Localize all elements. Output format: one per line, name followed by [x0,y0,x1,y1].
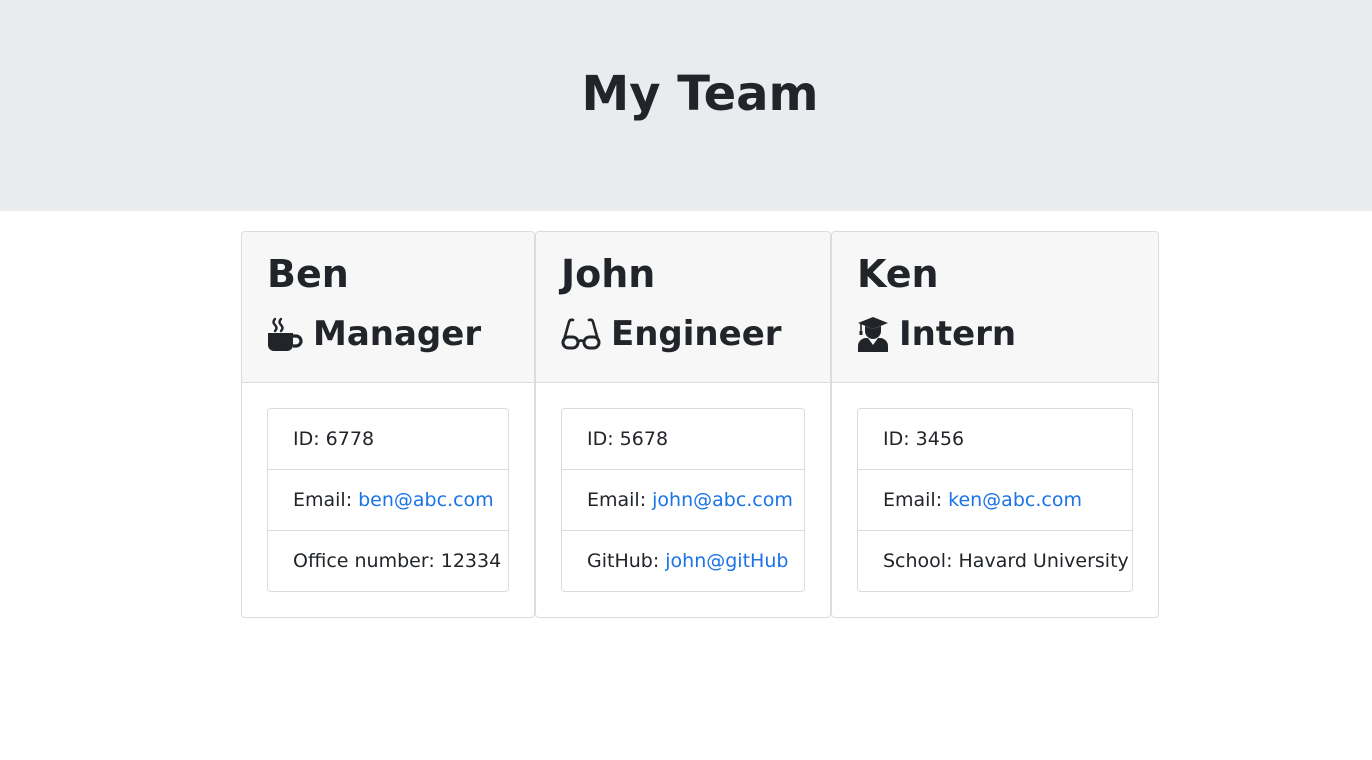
employee-email: Email: ben@abc.com [268,470,508,531]
employee-id: ID: 5678 [562,409,804,470]
email-label: Email: [587,489,647,511]
employee-role: Intern [857,312,1016,356]
card-header: John Engineer [536,232,830,383]
info-list: ID: 3456 Email: ken@abc.com School: Hava… [857,408,1133,592]
employee-email: Email: john@abc.com [562,470,804,531]
employee-email: Email: ken@abc.com [858,470,1132,531]
card-header: Ben Manager [242,232,534,383]
employee-name: Ben [267,252,349,296]
email-label: Email: [293,489,353,511]
id-text: ID: 5678 [587,428,669,450]
office-number: Office number: 12334 [268,531,508,591]
info-list: ID: 6778 Email: ben@abc.com Office numbe… [267,408,509,592]
id-text: ID: 3456 [883,428,965,450]
glasses-icon [561,316,601,352]
email-link[interactable]: ben@abc.com [358,489,494,511]
card-header: Ken Intern [832,232,1158,383]
employee-role: Manager [267,312,481,356]
role-label: Intern [899,314,1017,354]
employee-name: Ken [857,252,939,296]
employee-card-intern: Ken Intern ID: 3456 Email: ken@abc.com S… [831,231,1159,618]
id-text: ID: 6778 [293,428,375,450]
github-label: GitHub: [587,550,660,572]
graduate-icon [857,316,889,352]
employee-id: ID: 6778 [268,409,508,470]
employee-id: ID: 3456 [858,409,1132,470]
email-label: Email: [883,489,943,511]
role-label: Manager [313,314,482,354]
github: GitHub: john@gitHub [562,531,804,591]
email-link[interactable]: john@abc.com [652,489,793,511]
coffee-mug-icon [267,316,303,352]
school-text: School: Havard University [883,550,1129,572]
employee-card-manager: Ben Manager ID: 6778 Email: ben@abc.com … [241,231,535,618]
info-list: ID: 5678 Email: john@abc.com GitHub: joh… [561,408,805,592]
github-link[interactable]: john@gitHub [665,550,788,572]
employee-role: Engineer [561,312,782,356]
email-link[interactable]: ken@abc.com [948,489,1082,511]
jumbotron: My Team [0,0,1372,211]
school: School: Havard University [858,531,1132,591]
employee-name: John [561,252,656,296]
role-label: Engineer [611,314,782,354]
page-title: My Team [581,66,819,122]
employee-card-engineer: John Engineer ID: 5678 Email: john@abc.c… [535,231,831,618]
office-number-text: Office number: 12334 [293,550,502,572]
